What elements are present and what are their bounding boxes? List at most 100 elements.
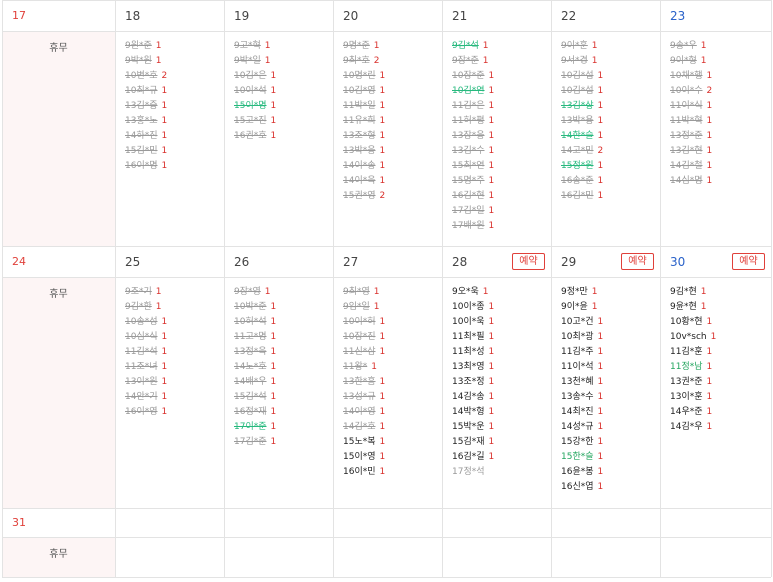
reservation-entry[interactable]: 10김*은 1 (234, 69, 276, 84)
reservation-entry[interactable]: 14고*민 2 (561, 144, 603, 159)
reservation-entry[interactable]: 13이*훈 1 (670, 390, 716, 405)
reservation-entry[interactable]: 14하*진 1 (125, 129, 167, 144)
reservation-entry[interactable]: 13김*수 1 (452, 144, 494, 159)
reservation-entry[interactable]: 14김*철 1 (670, 159, 712, 174)
reservation-entry[interactable]: 9이*훈 1 (561, 39, 603, 54)
reservation-entry[interactable]: 14노*호 1 (234, 360, 276, 375)
reservation-entry[interactable]: 15강*한 1 (561, 435, 603, 450)
reservation-entry[interactable]: 14김*송 1 (452, 390, 494, 405)
reservation-entry[interactable]: 10이*종 1 (452, 300, 494, 315)
reservation-entry[interactable]: 13이*원 1 (125, 375, 167, 390)
reservation-entry[interactable]: 14이*욱 1 (343, 174, 385, 189)
book-button[interactable]: 예약 (512, 253, 545, 270)
reservation-entry[interactable]: 10명*린 1 (343, 69, 385, 84)
reservation-entry[interactable]: 9송*우 1 (670, 39, 712, 54)
reservation-entry[interactable]: 9원*준 1 (125, 39, 167, 54)
reservation-entry[interactable]: 13박*용 1 (561, 114, 603, 129)
reservation-entry[interactable]: 10박*준 1 (234, 300, 276, 315)
reservation-entry[interactable]: 17배*원 1 (452, 219, 494, 234)
reservation-entry[interactable]: 16김*민 1 (561, 189, 603, 204)
reservation-entry[interactable]: 9서*경 1 (561, 54, 603, 69)
reservation-entry[interactable]: 9김*현 1 (670, 285, 716, 300)
reservation-entry[interactable]: 9김*환 1 (125, 300, 167, 315)
reservation-entry[interactable]: 9김*석 1 (452, 39, 494, 54)
reservation-entry[interactable]: 15김*재 1 (452, 435, 494, 450)
reservation-entry[interactable]: 11김*석 1 (125, 345, 167, 360)
reservation-entry[interactable]: 11최*성 1 (452, 345, 494, 360)
reservation-entry[interactable]: 11고*명 1 (234, 330, 276, 345)
reservation-entry[interactable]: 10김*섭 1 (561, 69, 603, 84)
reservation-entry[interactable]: 17정*석 (452, 465, 494, 480)
reservation-entry[interactable]: 11유*희 1 (343, 114, 385, 129)
reservation-entry[interactable]: 13홍*노 1 (125, 114, 167, 129)
reservation-entry[interactable]: 9장*영 1 (234, 285, 276, 300)
reservation-entry[interactable]: 14한*슬 1 (561, 129, 603, 144)
reservation-entry[interactable]: 14최*진 1 (561, 405, 603, 420)
reservation-entry[interactable]: 10채*행 1 (670, 69, 712, 84)
reservation-entry[interactable]: 13박*웅 1 (343, 144, 385, 159)
reservation-entry[interactable]: 13정*욱 1 (234, 345, 276, 360)
reservation-entry[interactable]: 10허*석 1 (234, 315, 276, 330)
reservation-entry[interactable]: 14배*우 1 (234, 375, 276, 390)
reservation-entry[interactable]: 15정*원 1 (561, 159, 603, 174)
reservation-entry[interactable]: 10황*현 1 (670, 315, 716, 330)
reservation-entry[interactable]: 14이*영 1 (343, 405, 385, 420)
reservation-entry[interactable]: 10최*광 1 (561, 330, 603, 345)
reservation-entry[interactable]: 9최*호 2 (343, 54, 385, 69)
reservation-entry[interactable]: 10송*성 1 (125, 315, 167, 330)
reservation-entry[interactable]: 14심*명 1 (670, 174, 712, 189)
reservation-entry[interactable]: 9오*욱 1 (452, 285, 494, 300)
reservation-entry[interactable]: 10이*욱 1 (452, 315, 494, 330)
reservation-entry[interactable]: 10이*석 1 (234, 84, 276, 99)
book-button[interactable]: 예약 (621, 253, 654, 270)
reservation-entry[interactable]: 14성*규 1 (561, 420, 603, 435)
reservation-entry[interactable]: 10최*규 1 (125, 84, 167, 99)
reservation-entry[interactable]: 9고*혁 1 (234, 39, 276, 54)
reservation-entry[interactable]: 9최*영 1 (343, 285, 385, 300)
reservation-entry[interactable]: 13천*혜 1 (561, 375, 603, 390)
reservation-entry[interactable]: 14안*기 1 (125, 390, 167, 405)
reservation-entry[interactable]: 15이*영 1 (343, 450, 385, 465)
reservation-entry[interactable]: 15김*석 1 (234, 390, 276, 405)
reservation-entry[interactable]: 16이*민 1 (343, 465, 385, 480)
reservation-entry[interactable]: 13조*형 1 (343, 129, 385, 144)
reservation-entry[interactable]: 9박*일 1 (234, 54, 276, 69)
reservation-entry[interactable]: 17김*일 1 (452, 204, 494, 219)
reservation-entry[interactable]: 17김*준 1 (234, 435, 276, 450)
reservation-entry[interactable]: 11신*삼 1 (343, 345, 385, 360)
reservation-entry[interactable]: 11조*녀 1 (125, 360, 167, 375)
reservation-entry[interactable]: 16정*재 1 (234, 405, 276, 420)
reservation-entry[interactable]: 17이*준 1 (234, 420, 276, 435)
reservation-entry[interactable]: 15노*복 1 (343, 435, 385, 450)
reservation-entry[interactable]: 9임*일 1 (343, 300, 385, 315)
reservation-entry[interactable]: 15박*운 1 (452, 420, 494, 435)
reservation-entry[interactable]: 10김*영 1 (343, 84, 385, 99)
reservation-entry[interactable]: 15명*주 1 (452, 174, 494, 189)
reservation-entry[interactable]: 16윤*봉 1 (561, 465, 603, 480)
reservation-entry[interactable]: 11왕* 1 (343, 360, 385, 375)
reservation-entry[interactable]: 10이*허 1 (343, 315, 385, 330)
reservation-entry[interactable]: 13성*규 1 (343, 390, 385, 405)
reservation-entry[interactable]: 14김*우 1 (670, 420, 716, 435)
reservation-entry[interactable]: 13한*흠 1 (343, 375, 385, 390)
reservation-entry[interactable]: 15고*진 1 (234, 114, 276, 129)
reservation-entry[interactable]: 11이*식 1 (670, 99, 712, 114)
reservation-entry[interactable]: 11김*훈 1 (670, 345, 716, 360)
reservation-entry[interactable]: 11김*은 1 (452, 99, 494, 114)
reservation-entry[interactable]: 13최*영 1 (452, 360, 494, 375)
reservation-entry[interactable]: 14김*호 1 (343, 420, 385, 435)
reservation-entry[interactable]: 15김*민 1 (125, 144, 167, 159)
reservation-entry[interactable]: 13조*정 1 (452, 375, 494, 390)
reservation-entry[interactable]: 9조*기 1 (125, 285, 167, 300)
reservation-entry[interactable]: 13김*상 1 (561, 99, 603, 114)
reservation-entry[interactable]: 9정*만 1 (561, 285, 603, 300)
book-button[interactable]: 예약 (732, 253, 765, 270)
reservation-entry[interactable]: 13정*준 1 (670, 129, 712, 144)
reservation-entry[interactable]: 16송*준 1 (561, 174, 603, 189)
reservation-entry[interactable]: 16신*엽 1 (561, 480, 603, 495)
reservation-entry[interactable]: 11김*주 1 (561, 345, 603, 360)
reservation-entry[interactable]: 11정*남 1 (670, 360, 716, 375)
reservation-entry[interactable]: 14이*송 1 (343, 159, 385, 174)
reservation-entry[interactable]: 11박*혁 1 (670, 114, 712, 129)
reservation-entry[interactable]: 16권*호 1 (234, 129, 276, 144)
